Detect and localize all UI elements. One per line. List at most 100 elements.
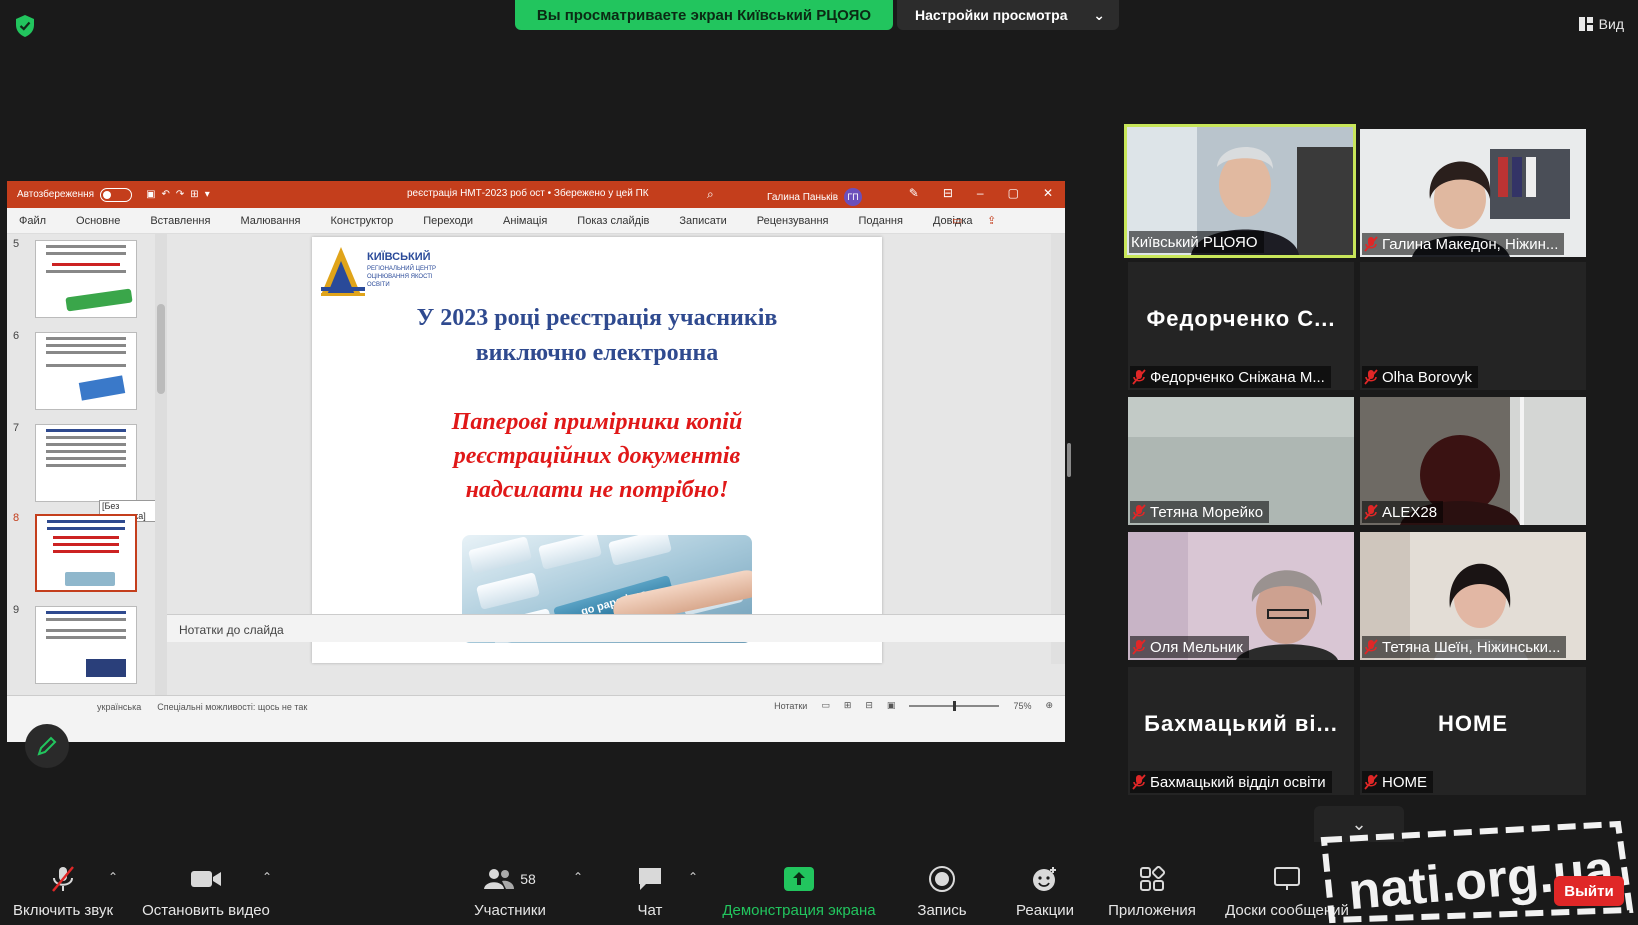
pen-icon[interactable]: ✎	[909, 186, 919, 200]
user-account[interactable]: Галина Паньків ГП	[767, 188, 863, 206]
ppt-ribbon-tabs: Файл Основне Вставлення Малювання Констр…	[7, 208, 1065, 234]
participant-tile[interactable]: Галина Македон, Ніжин...	[1360, 129, 1586, 257]
participant-name: Бахмацький відділ освіти	[1150, 773, 1326, 791]
ribbon-display-icon[interactable]: ⊟	[943, 186, 953, 200]
notes-pane[interactable]: Нотатки до слайда	[167, 614, 1065, 642]
participant-tile[interactable]: Тетяна Морейко	[1128, 397, 1354, 525]
current-slide: КИЇВСЬКИЙ РЕГІОНАЛЬНИЙ ЦЕНТР ОЦІНЮВАННЯ …	[312, 237, 882, 663]
shared-powerpoint-window: Автозбереження ▣ ↶ ↷ ⊞ ▾ реєстрація НМТ-…	[7, 181, 1065, 742]
maximize-icon[interactable]: ▢	[1008, 186, 1019, 200]
slide-red-text: Паперові примірники копій реєстраційних …	[312, 405, 882, 507]
tab-insert[interactable]: Вставлення	[150, 215, 210, 227]
slideshow-icon[interactable]: ▣	[887, 700, 896, 711]
slide-thumbnail-8-active[interactable]	[35, 514, 137, 592]
tab-record[interactable]: Записати	[679, 215, 726, 227]
stop-video-button[interactable]: Остановить видео	[136, 860, 276, 919]
video-options-caret[interactable]: ⌃	[262, 870, 272, 884]
record-button[interactable]: Запись	[900, 860, 984, 919]
normal-view-icon[interactable]: ▭	[821, 700, 830, 711]
tab-view[interactable]: Подання	[859, 215, 903, 227]
participants-count: 58	[520, 871, 536, 887]
reactions-button[interactable]: Реакции	[1003, 860, 1087, 919]
redo-icon[interactable]: ↷	[176, 189, 184, 200]
search-icon[interactable]: ⌕	[707, 187, 714, 202]
participants-button[interactable]: 58 Участники	[460, 860, 560, 919]
muted-mic-icon	[1132, 639, 1146, 655]
reading-view-icon[interactable]: ⊟	[865, 700, 873, 711]
participants-options-caret[interactable]: ⌃	[573, 870, 583, 884]
accessibility-status[interactable]: Спеціальні можливості: щось не так	[157, 702, 307, 712]
muted-mic-icon	[1132, 369, 1146, 385]
tab-animations[interactable]: Анімація	[503, 215, 547, 227]
slide-thumbnail-9[interactable]	[35, 606, 137, 684]
leave-meeting-button[interactable]: Выйти	[1554, 876, 1624, 906]
record-label: Запись	[917, 902, 967, 919]
participant-tile[interactable]: Київський РЦОЯО	[1124, 124, 1356, 258]
zoom-slider[interactable]	[909, 700, 1000, 711]
tab-file[interactable]: Файл	[19, 215, 46, 227]
slide-heading: У 2023 році реєстрація учасників виключн…	[312, 301, 882, 371]
present-icon[interactable]: ⊞	[190, 189, 198, 200]
view-options-button[interactable]: Настройки просмотра ⌄	[897, 0, 1119, 30]
apps-button[interactable]: Приложения	[1102, 860, 1202, 919]
tab-design[interactable]: Конструктор	[330, 215, 393, 227]
participant-name: Olha Borovyk	[1382, 368, 1473, 386]
whiteboard-icon	[1274, 867, 1300, 890]
participant-tile[interactable]: Оля Мельник	[1128, 532, 1354, 660]
slide-thumbnail-7[interactable]	[35, 424, 137, 502]
participant-tile[interactable]: Федорченко С... Федорченко Сніжана М...	[1128, 262, 1354, 390]
heading-line-2: виключно електронна	[475, 340, 719, 366]
language-status: українська	[97, 701, 142, 712]
save-icon[interactable]: ▣	[146, 189, 155, 200]
unmute-button[interactable]: Включить звук	[8, 860, 118, 919]
reactions-label: Реакции	[1016, 902, 1074, 919]
tab-transitions[interactable]: Переходи	[423, 215, 473, 227]
muted-mic-icon	[52, 866, 74, 892]
slide-number: 7	[13, 422, 20, 434]
participant-name-tag: Федорченко Сніжана М...	[1130, 366, 1331, 388]
participant-tile[interactable]: Тетяна Шеїн, Ніжинськи...	[1360, 532, 1586, 660]
audio-options-caret[interactable]: ⌃	[108, 870, 118, 884]
muted-mic-icon	[1132, 504, 1146, 520]
autosave-label: Автозбереження	[17, 189, 95, 200]
view-label: Вид	[1598, 16, 1624, 32]
sorter-view-icon[interactable]: ⊞	[844, 700, 852, 711]
tab-slideshow[interactable]: Показ слайдів	[577, 215, 649, 227]
participant-tile[interactable]: HOME HOME	[1360, 667, 1586, 795]
tab-draw[interactable]: Малювання	[240, 215, 300, 227]
thumbnails-scrollbar[interactable]	[155, 234, 167, 712]
apps-label: Приложения	[1108, 902, 1196, 919]
undo-icon[interactable]: ↶	[162, 189, 170, 200]
participant-name-tag: Київський РЦОЯО	[1129, 231, 1264, 253]
participant-display-name: Бахмацький ві...	[1144, 711, 1338, 736]
customize-icon[interactable]: ▾	[205, 189, 210, 200]
slide-thumbnail-6[interactable]	[35, 332, 137, 410]
participant-tile[interactable]: Olha Borovyk	[1360, 262, 1586, 390]
autosave-toggle[interactable]: Автозбереження ▣ ↶ ↷ ⊞ ▾	[17, 187, 210, 202]
fit-slide-icon[interactable]: ⊕	[1045, 700, 1053, 711]
zoom-level: 75%	[1013, 700, 1032, 711]
share-screen-button[interactable]: Демонстрация экрана	[714, 860, 884, 919]
apps-icon	[1140, 866, 1165, 891]
leave-label: Выйти	[1564, 882, 1614, 900]
chat-options-caret[interactable]: ⌃	[688, 870, 698, 884]
slide-thumbnail-5[interactable]	[35, 240, 137, 318]
zoom-window: Вы просматриваете экран Київський РЦОЯО …	[0, 0, 1638, 925]
tab-home[interactable]: Основне	[76, 215, 120, 227]
comments-icon[interactable]: ▭	[952, 214, 962, 227]
participant-tile[interactable]: Бахмацький ві... Бахмацький відділ освіт…	[1128, 667, 1354, 795]
annotate-button[interactable]	[25, 724, 69, 768]
security-shield-icon[interactable]	[14, 14, 36, 38]
minimize-icon[interactable]: –	[977, 186, 984, 200]
tab-review[interactable]: Рецензування	[757, 215, 829, 227]
panel-splitter-handle[interactable]	[1067, 443, 1071, 477]
screen-share-notice: Вы просматриваете экран Київський РЦОЯО	[515, 0, 893, 30]
chat-button[interactable]: Чат	[620, 860, 680, 919]
share-icon[interactable]: ⇪	[987, 214, 996, 227]
slide-scrollbar[interactable]	[1051, 234, 1065, 664]
notes-toggle[interactable]: Нотатки	[774, 701, 807, 711]
view-button[interactable]: Вид	[1578, 16, 1624, 32]
close-icon[interactable]: ✕	[1043, 186, 1053, 200]
participant-tile[interactable]: ALEX28	[1360, 397, 1586, 525]
participant-name-tag: ALEX28	[1362, 501, 1444, 523]
